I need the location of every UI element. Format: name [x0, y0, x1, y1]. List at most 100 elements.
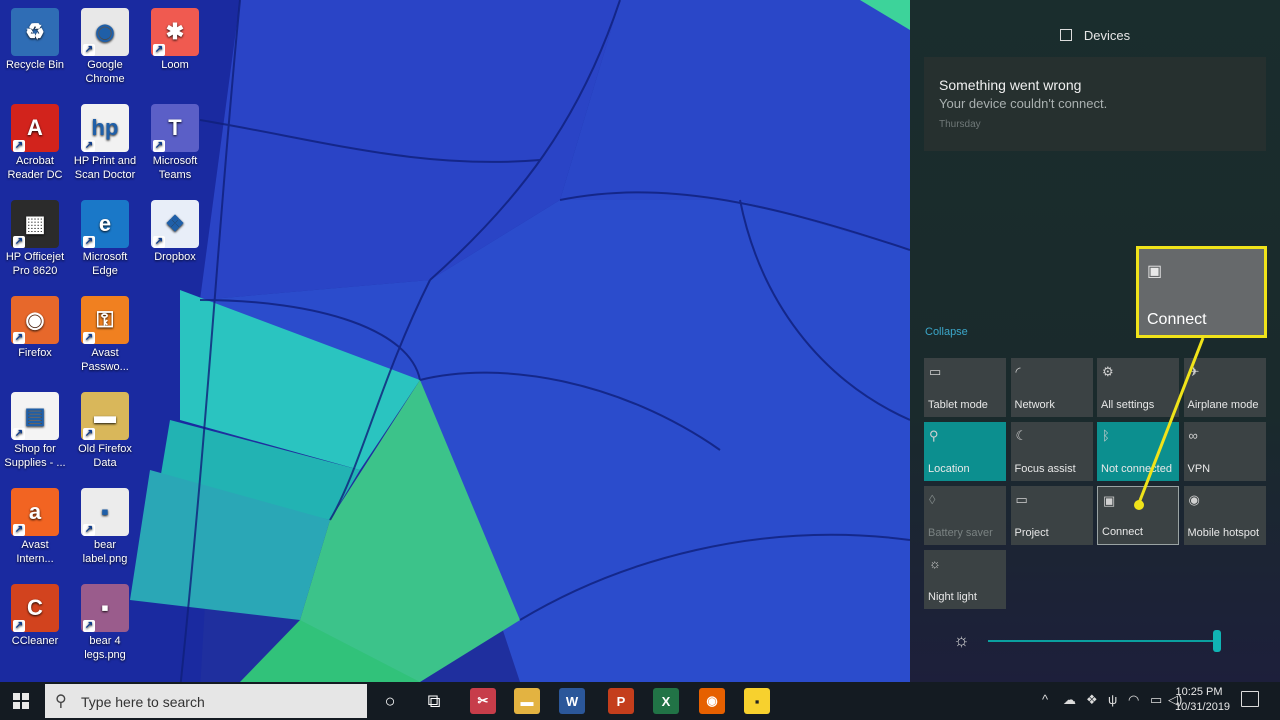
notification-body: Your device couldn't connect.: [939, 96, 1108, 111]
search-icon: ⚲: [55, 693, 67, 710]
devices-title: Devices: [1083, 28, 1131, 43]
tile-label: Not connected: [1101, 463, 1172, 475]
desktop-shortcut-label: Google Chrome: [85, 59, 125, 85]
acrobat-icon: A ↗: [11, 104, 59, 152]
battery-saver-icon: ◊: [929, 492, 936, 507]
location-icon: ⚲: [929, 428, 939, 443]
connect-icon: ▣: [1103, 493, 1116, 508]
sticky-notes-icon[interactable]: ▪: [744, 688, 770, 714]
tile-tablet-mode[interactable]: ▭ Tablet mode: [924, 358, 1006, 417]
dropbox-icon: ❖ ↗: [151, 200, 199, 248]
wifi-icon[interactable]: ◠: [1128, 692, 1139, 708]
ccleaner-icon: C ↗: [11, 584, 59, 632]
desktop-shortcut[interactable]: A ↗ Acrobat Reader DC: [2, 104, 68, 182]
desktop-shortcut-label: Acrobat Reader DC: [7, 155, 63, 181]
notification-title: Something went wrong: [939, 77, 1082, 93]
notification-card[interactable]: Something went wrong Your device couldn'…: [924, 57, 1266, 151]
desktop-shortcut[interactable]: ◉ ↗ Firefox: [2, 296, 68, 360]
avast-passwords-icon: ⚿ ↗: [81, 296, 129, 344]
tile-not-connected[interactable]: ᛒ Not connected: [1097, 422, 1179, 481]
brightness-icon: ☼: [953, 630, 970, 650]
tile-battery-saver[interactable]: ◊ Battery saver: [924, 486, 1006, 545]
bluetooth-icon: ᛒ: [1102, 428, 1110, 443]
desktop-shortcut[interactable]: ▦ ↗ HP Officejet Pro 8620: [2, 200, 68, 278]
desktop-shortcut[interactable]: a ↗ Avast Intern...: [2, 488, 68, 566]
tile-focus-assist[interactable]: ☾ Focus assist: [1010, 422, 1093, 481]
desktop-shortcut[interactable]: ◉ ↗ Google Chrome: [72, 8, 138, 86]
task-view-icon[interactable]: ⧉: [421, 688, 447, 714]
cortana-icon[interactable]: ○: [377, 688, 403, 714]
tile-label: Connect: [1102, 526, 1143, 538]
desktop-shortcut[interactable]: ▪ ↗ bear 4 legs.png: [72, 584, 138, 662]
taskbar-clock[interactable]: 10:25 PM 10/31/2019: [1175, 685, 1230, 715]
desktop-shortcut-label: Microsoft Edge: [82, 251, 128, 277]
tile-airplane-mode[interactable]: ✈ Airplane mode: [1183, 358, 1266, 417]
desktop-shortcut-label: Avast Passwo...: [81, 347, 129, 373]
notification-time: Thursday: [939, 119, 981, 130]
desktop-shortcut[interactable]: T ↗ Microsoft Teams: [142, 104, 208, 182]
tile-mobile-hotspot[interactable]: ◉ Mobile hotspot: [1183, 486, 1266, 545]
desktop-shortcut-label: Shop for Supplies - ...: [4, 443, 66, 469]
shortcut-arrow-icon: ↗: [153, 44, 165, 56]
shortcut-arrow-icon: ↗: [83, 140, 95, 152]
usb-icon[interactable]: ψ: [1108, 692, 1117, 707]
tile-label: Project: [1014, 527, 1049, 539]
notification-icon[interactable]: [1241, 691, 1259, 707]
sun-icon: ☼: [929, 556, 941, 571]
gear-icon: ⚙: [1102, 364, 1114, 379]
tile-label: Mobile hotspot: [1187, 527, 1260, 539]
clock-time: 10:25 PM: [1175, 686, 1223, 698]
excel-icon[interactable]: X: [653, 688, 679, 714]
start-button[interactable]: [13, 693, 29, 709]
powerpoint-icon[interactable]: P: [608, 688, 634, 714]
shortcut-arrow-icon: ↗: [83, 236, 95, 248]
tile-label: Network: [1014, 399, 1055, 411]
shortcut-arrow-icon: ↗: [13, 236, 25, 248]
battery-icon[interactable]: ▭: [1150, 692, 1162, 708]
tile-project[interactable]: ▭ Project: [1010, 486, 1093, 545]
firefox-taskbar-icon[interactable]: ◉: [699, 688, 725, 714]
shortcut-arrow-icon: ↗: [153, 236, 165, 248]
dropbox-tray-icon[interactable]: ❖: [1086, 692, 1098, 708]
desktop-shortcut[interactable]: ✱ ↗ Loom: [142, 8, 208, 72]
brightness-slider-thumb[interactable]: [1213, 630, 1221, 652]
desktop-shortcut[interactable]: ❖ ↗ Dropbox: [142, 200, 208, 264]
shortcut-arrow-icon: ↗: [83, 428, 95, 440]
tile-connect[interactable]: ▣ Connect: [1097, 486, 1179, 545]
word-icon[interactable]: W: [559, 688, 585, 714]
desktop-shortcut[interactable]: ♻ Recycle Bin: [2, 8, 68, 72]
chevron-up-icon[interactable]: ^: [1042, 692, 1048, 707]
network-icon: ◜: [1015, 364, 1021, 379]
shortcut-arrow-icon: ↗: [153, 140, 165, 152]
tile-all-settings[interactable]: ⚙ All settings: [1097, 358, 1179, 417]
desktop-shortcut[interactable]: hp ↗ HP Print and Scan Doctor: [72, 104, 138, 182]
desktop-shortcut-label: Firefox: [18, 347, 52, 359]
desktop-shortcut-label: HP Print and Scan Doctor: [73, 155, 137, 181]
tile-network[interactable]: ◜ Network: [1010, 358, 1093, 417]
desktop-shortcut-label: bear label.png: [82, 539, 128, 565]
tile-label: Battery saver: [928, 527, 993, 539]
tile-vpn[interactable]: ∞ VPN: [1183, 422, 1266, 481]
desktop-shortcut[interactable]: C ↗ CCleaner: [2, 584, 68, 648]
recycle-bin-icon: ♻: [11, 8, 59, 56]
tile-label: Location: [928, 463, 970, 475]
connect-callout-label: Connect: [1147, 311, 1207, 328]
file-explorer-icon[interactable]: ▬: [514, 688, 540, 714]
loom-icon: ✱ ↗: [151, 8, 199, 56]
desktop-shortcut[interactable]: ▤ ↗ Shop for Supplies - ...: [2, 392, 68, 470]
collapse-link[interactable]: Collapse: [925, 326, 968, 338]
snipping-tool-icon[interactable]: ✂: [470, 688, 496, 714]
hp-icon: hp ↗: [81, 104, 129, 152]
desktop-shortcut[interactable]: e ↗ Microsoft Edge: [72, 200, 138, 278]
taskbar: ⚲ Type here to search ○ ⧉ ✂ ▬ W P X ◉ ▪ ^ ☁ ❖ ψ ◠ ▭ ◁)…: [0, 682, 1280, 720]
desktop-shortcut-label: Avast Intern...: [16, 539, 54, 565]
desktop-shortcut[interactable]: ▪ ↗ bear label.png: [72, 488, 138, 566]
desktop-shortcut[interactable]: ▬ ↗ Old Firefox Data: [72, 392, 138, 470]
taskbar-search-box[interactable]: ⚲ Type here to search: [45, 684, 367, 718]
desktop-shortcut[interactable]: ⚿ ↗ Avast Passwo...: [72, 296, 138, 374]
tile-location[interactable]: ⚲ Location: [924, 422, 1006, 481]
onedrive-icon[interactable]: ☁: [1063, 692, 1076, 708]
brightness-slider[interactable]: [988, 640, 1218, 642]
tile-night-light[interactable]: ☼ Night light: [924, 550, 1006, 609]
folder-icon: ▬ ↗: [81, 392, 129, 440]
